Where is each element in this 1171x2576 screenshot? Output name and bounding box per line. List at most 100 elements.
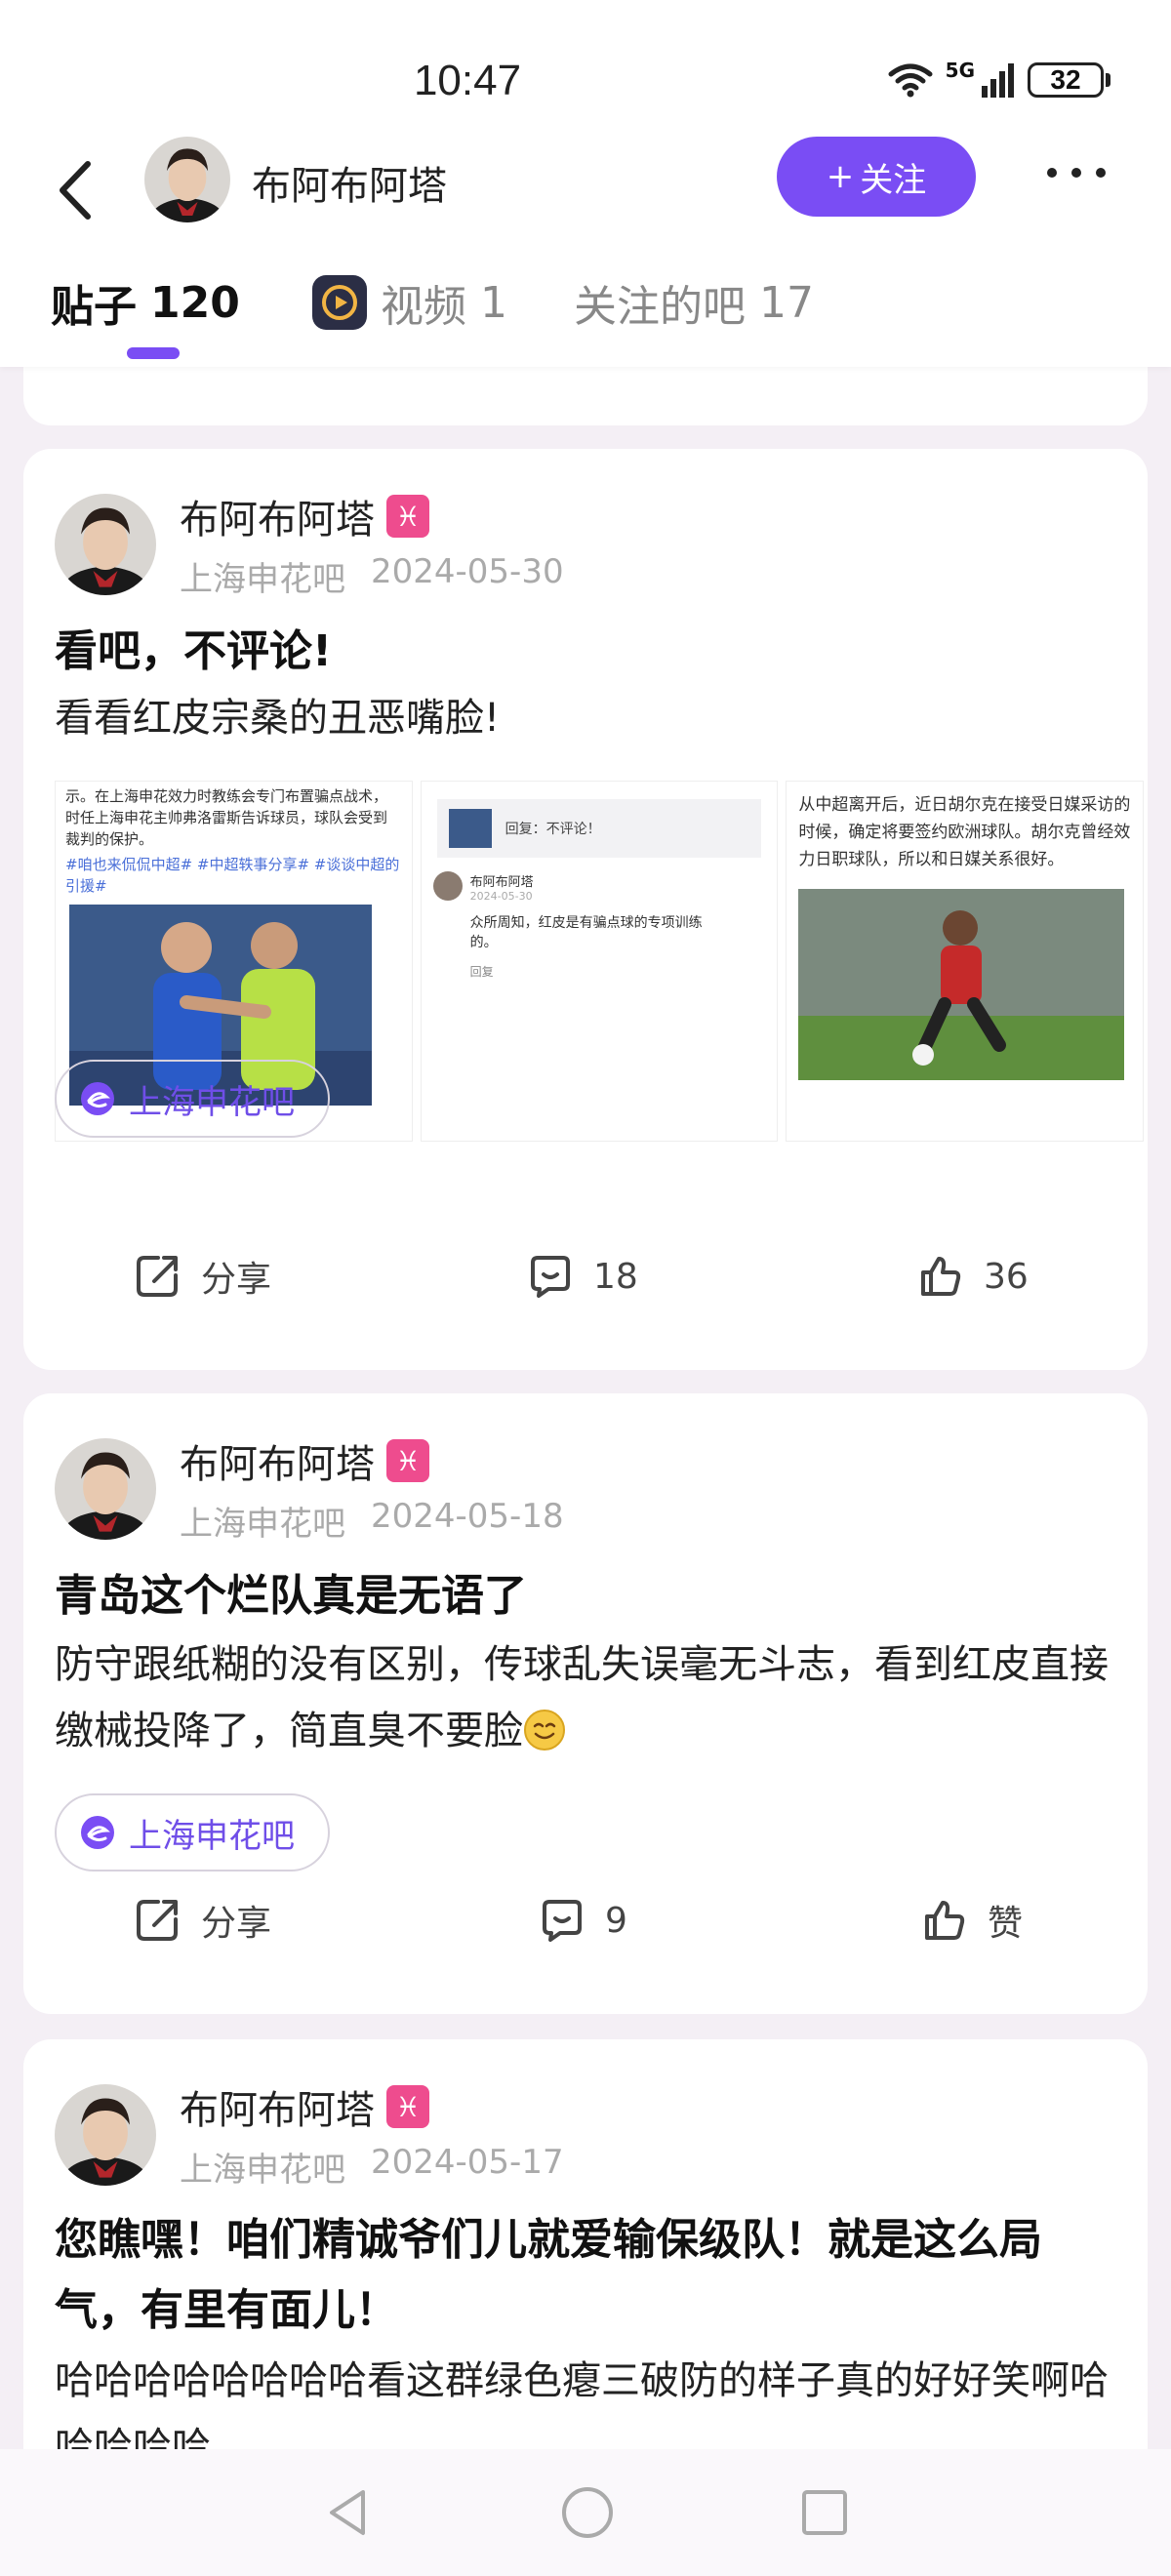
profile-name: 布阿布阿塔 xyxy=(252,164,447,209)
like-button[interactable]: 赞 xyxy=(921,1881,1023,1959)
reply-quote: 回复：不评论！ xyxy=(436,799,762,858)
share-button[interactable]: 分享 xyxy=(133,1237,271,1315)
signal-bars-icon xyxy=(982,63,1014,98)
reply-avatar xyxy=(432,871,463,901)
post-image[interactable]: 回复：不评论！ 布阿布阿塔 2024-05-30 众所周知，红皮是有骗点球的专项… xyxy=(420,781,779,1142)
post-forum: 上海申花吧 xyxy=(180,1505,345,1544)
battery-level: 32 xyxy=(1050,64,1081,95)
share-label: 分享 xyxy=(201,1260,272,1300)
more-icon[interactable] xyxy=(1042,158,1110,187)
post-date: 2024-05-17 xyxy=(371,2143,564,2182)
share-button[interactable]: 分享 xyxy=(133,1881,271,1959)
forum-icon xyxy=(81,1082,114,1115)
image-text: 示。在上海申花效力时教练会专门布置骗点战术，时任上海申花主帅弗洛雷斯告诉球员，球… xyxy=(65,787,388,848)
profile-nav: 布阿布阿塔 + 关注 xyxy=(0,137,1171,244)
post-author[interactable]: 布阿布阿塔 ♓ xyxy=(180,2078,429,2135)
avatar-image xyxy=(55,494,156,595)
video-icon xyxy=(312,275,367,330)
avatar-image xyxy=(55,2084,156,2186)
comment-button[interactable]: 9 xyxy=(539,1881,627,1959)
status-time: 10:47 xyxy=(413,57,522,104)
post-image[interactable]: 从中超离开后，近日胡尔克在接受日媒采访的时候，确定将要签约欧洲球队。胡尔克曾经效… xyxy=(786,781,1145,1142)
back-icon[interactable] xyxy=(49,156,107,224)
post-date: 2024-05-18 xyxy=(371,1497,564,1536)
tab-videos-count: 1 xyxy=(480,277,507,328)
reply-title: 回复：不评论！ xyxy=(505,822,601,837)
reply-button-label: 回复 xyxy=(469,965,494,979)
post-body-text: 防守跟纸糊的没有区别，传球乱失误毫无斗志，看到红皮直接缴械投降了，简直臭不要脸 xyxy=(55,1642,1109,1753)
thumbs-up-icon xyxy=(921,1257,961,1296)
avatar-image xyxy=(55,1438,156,1540)
post-card[interactable]: 布阿布阿塔 ♓ 上海申花吧 2024-05-30 看吧，不评论! 看看红皮宗桑的… xyxy=(23,449,1148,1370)
post-author[interactable]: 布阿布阿塔 ♓ xyxy=(180,1432,429,1489)
comment-count: 9 xyxy=(605,1900,627,1941)
forum-tag-label: 上海申花吧 xyxy=(129,1082,295,1122)
post-author[interactable]: 布阿布阿塔 ♓ xyxy=(180,488,429,544)
pisces-icon: ♓ xyxy=(386,495,429,538)
share-icon xyxy=(137,1256,178,1297)
network-type: 5G xyxy=(945,59,975,82)
share-label: 分享 xyxy=(201,1904,272,1944)
nav-home-icon[interactable] xyxy=(560,2485,615,2540)
like-button[interactable]: 36 xyxy=(917,1237,1029,1315)
follow-button[interactable]: + 关注 xyxy=(777,137,976,217)
tab-posts[interactable]: 贴子 120 xyxy=(51,271,240,334)
status-icons: 5G 32 xyxy=(887,59,1110,98)
reply-text: 众所周知，红皮是有骗点球的专项训练的。 xyxy=(469,915,703,950)
avatar[interactable] xyxy=(55,1438,156,1540)
author-name: 布阿布阿塔 xyxy=(180,1442,375,1487)
avatar[interactable] xyxy=(144,137,230,222)
tab-posts-count: 120 xyxy=(150,277,240,328)
reply-date: 2024-05-30 xyxy=(469,890,533,903)
post-title: 看吧，不评论! xyxy=(55,626,333,676)
avatar[interactable] xyxy=(55,2084,156,2186)
smile-emoji-icon xyxy=(524,1710,565,1751)
post-forum: 上海申花吧 xyxy=(180,2151,345,2190)
comment-icon xyxy=(531,1256,570,1298)
post-meta: 上海申花吧 2024-05-30 xyxy=(180,552,564,600)
follow-label: 关注 xyxy=(860,160,927,200)
post-forum: 上海申花吧 xyxy=(180,560,345,599)
forum-tag[interactable]: 上海申花吧 xyxy=(55,1793,330,1872)
like-label: 赞 xyxy=(988,1904,1024,1944)
thumbs-up-icon xyxy=(925,1901,965,1940)
tab-videos[interactable]: 视频 1 xyxy=(312,271,507,334)
wifi-icon xyxy=(888,63,933,98)
author-name: 布阿布阿塔 xyxy=(180,2088,375,2133)
pisces-icon: ♓ xyxy=(386,2085,429,2128)
comment-icon xyxy=(543,1900,582,1942)
tab-indicator xyxy=(127,347,180,359)
top-bar: 10:47 5G 32 布阿布阿塔 + 关注 贴子 120 视频 1 关注的吧 … xyxy=(0,0,1171,367)
post-body: 看看红皮宗桑的丑恶嘴脸! xyxy=(55,696,501,741)
forum-tag[interactable]: 上海申花吧 xyxy=(55,1060,330,1138)
post-title: 青岛这个烂队真是无语了 xyxy=(55,1571,527,1621)
post-actions: 分享 18 36 xyxy=(23,1237,1148,1315)
avatar[interactable] xyxy=(55,494,156,595)
post-actions: 分享 9 赞 xyxy=(23,1881,1148,1959)
post-date: 2024-05-30 xyxy=(371,552,564,591)
forum-tag-label: 上海申花吧 xyxy=(129,1816,295,1856)
post-title: 您瞧嘿！咱们精诚爷们儿就爱输保级队！就是这么局气，有里有面儿！ xyxy=(55,2215,1042,2335)
nav-recents-icon[interactable] xyxy=(800,2488,849,2537)
system-nav-bar xyxy=(0,2449,1171,2576)
pisces-icon: ♓ xyxy=(386,1439,429,1482)
quote-thumbnail xyxy=(448,809,492,848)
nav-back-icon[interactable] xyxy=(322,2486,375,2539)
comment-count: 18 xyxy=(593,1256,638,1297)
reply-author: 布阿布阿塔 2024-05-30 xyxy=(422,865,778,908)
post-meta: 上海申花吧 2024-05-18 xyxy=(180,1497,564,1545)
post-card[interactable]: 布阿布阿塔 ♓ 上海申花吧 2024-05-18 青岛这个烂队真是无语了 防守跟… xyxy=(23,1393,1148,2014)
author-name: 布阿布阿塔 xyxy=(180,498,375,543)
battery-indicator: 32 xyxy=(1028,62,1104,98)
post-meta: 上海申花吧 2024-05-17 xyxy=(180,2143,564,2191)
comment-button[interactable]: 18 xyxy=(527,1237,638,1315)
avatar-image xyxy=(144,137,230,222)
plus-icon: + xyxy=(826,157,855,196)
forum-icon xyxy=(81,1816,114,1849)
battery-tip xyxy=(1106,73,1110,87)
tab-forums-label: 关注的吧 xyxy=(574,282,746,332)
tab-posts-label: 贴子 xyxy=(51,282,137,332)
image-text: 从中超离开后，近日胡尔克在接受日媒采访的时候，确定将要签约欧洲球队。胡尔克曾经效… xyxy=(798,795,1131,869)
tab-videos-label: 视频 xyxy=(381,282,466,332)
tab-followed-forums[interactable]: 关注的吧 17 xyxy=(574,271,814,334)
